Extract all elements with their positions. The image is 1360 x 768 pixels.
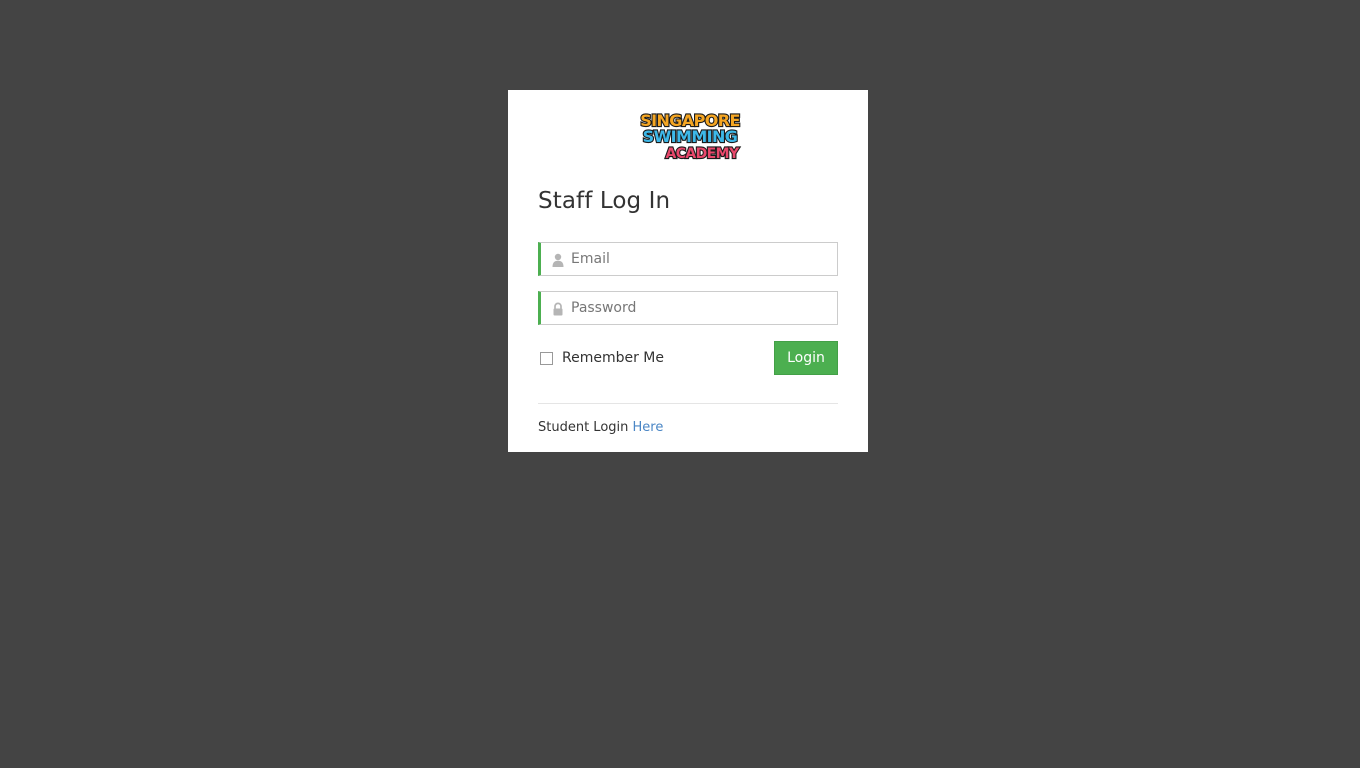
student-login-footer: Student Login Here <box>538 420 663 435</box>
svg-text:ACADEMY: ACADEMY <box>666 146 740 162</box>
user-icon <box>551 252 565 267</box>
email-input[interactable] <box>571 243 831 275</box>
student-login-link[interactable]: Here <box>633 420 664 435</box>
email-field[interactable] <box>538 242 838 276</box>
divider <box>538 403 838 404</box>
login-button[interactable]: Login <box>774 341 838 375</box>
password-field[interactable] <box>538 291 838 325</box>
student-login-text: Student Login <box>538 420 629 435</box>
singapore-swimming-academy-logo: SINGAPORE SWIMMING ACADEMY <box>628 110 752 162</box>
svg-text:SWIMMING: SWIMMING <box>643 127 738 146</box>
password-input[interactable] <box>571 292 831 324</box>
remember-me-label: Remember Me <box>562 350 664 366</box>
lock-icon <box>551 301 565 316</box>
remember-me-checkbox[interactable] <box>540 351 553 365</box>
login-panel: SINGAPORE SWIMMING ACADEMY Staff Log In … <box>508 90 868 452</box>
remember-me-option[interactable]: Remember Me <box>540 350 664 366</box>
page-title: Staff Log In <box>538 188 671 214</box>
